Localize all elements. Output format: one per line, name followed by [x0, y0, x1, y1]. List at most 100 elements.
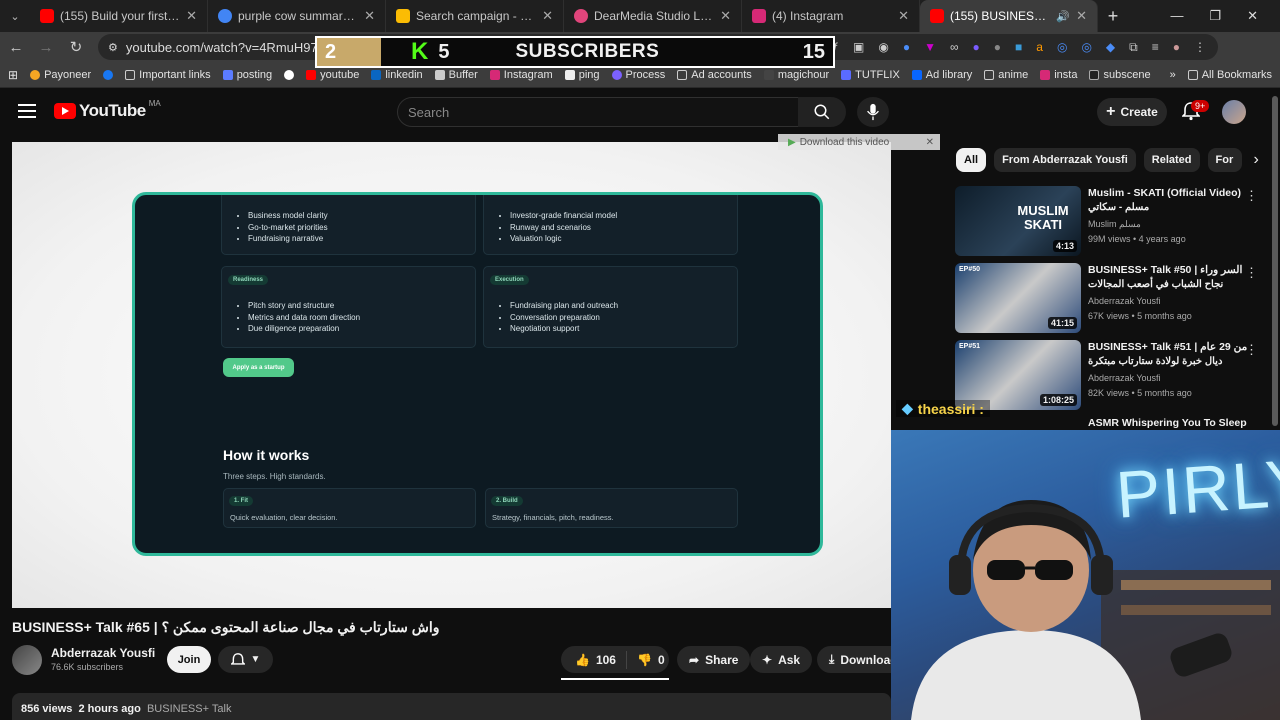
- back-icon[interactable]: ←: [8, 39, 24, 56]
- bookmark-item[interactable]: insta: [1040, 69, 1077, 81]
- subscribe-bell-button[interactable]: ▼: [218, 646, 273, 673]
- voice-search-button[interactable]: [857, 97, 889, 127]
- account-avatar[interactable]: [1222, 100, 1246, 124]
- close-icon[interactable]: ✕: [186, 8, 197, 24]
- page-scrollbar[interactable]: [1272, 96, 1278, 426]
- more-options-icon[interactable]: ⋮: [1245, 265, 1258, 281]
- bookmark-item[interactable]: magichour: [763, 69, 829, 81]
- recommended-video[interactable]: EP#50 41:15 BUSINESS+ Talk #50 | السر ور…: [955, 263, 1265, 335]
- bookmark-folder[interactable]: Ad accounts: [677, 69, 752, 81]
- close-icon[interactable]: ✕: [364, 8, 375, 24]
- reading-list-icon[interactable]: ≡: [1152, 40, 1159, 55]
- join-button[interactable]: Join: [167, 646, 211, 673]
- bookmark-item[interactable]: youtube: [306, 69, 359, 81]
- bookmark-item[interactable]: Ad library: [911, 69, 972, 81]
- share-button[interactable]: ➦ Share: [677, 646, 751, 673]
- browser-tab[interactable]: DearMedia Studio Launch - Lov✕: [564, 0, 742, 32]
- browser-tab[interactable]: Search campaign - 441-976-65✕: [386, 0, 564, 32]
- browser-tab[interactable]: purple cow summary - Google✕: [208, 0, 386, 32]
- extension-icon[interactable]: ∞: [950, 40, 959, 55]
- tab-search-icon[interactable]: ⌄: [0, 10, 30, 23]
- maximize-icon[interactable]: ❐: [1209, 8, 1221, 24]
- close-icon[interactable]: ✕: [720, 8, 731, 24]
- search-button[interactable]: [798, 97, 846, 127]
- speaker-icon[interactable]: 🔊: [1056, 10, 1070, 23]
- chip-for-you[interactable]: For: [1207, 148, 1242, 172]
- bookmark-item[interactable]: subscene: [1089, 69, 1151, 81]
- close-icon[interactable]: ✕: [1076, 8, 1087, 24]
- more-bookmarks-icon[interactable]: »: [1170, 69, 1176, 81]
- bookmark-item[interactable]: ping: [564, 69, 600, 81]
- extension-icon[interactable]: ◎: [1081, 40, 1091, 55]
- youtube-logo[interactable]: YouTube MA: [54, 99, 161, 121]
- like-button[interactable]: 👍 106: [561, 650, 627, 669]
- chip-related[interactable]: Related: [1143, 148, 1200, 172]
- apps-grid-icon[interactable]: ⊞: [8, 68, 18, 82]
- new-tab-button[interactable]: +: [1098, 6, 1128, 27]
- bookmark-item[interactable]: posting: [222, 69, 272, 81]
- extension-icon[interactable]: a: [1036, 40, 1043, 55]
- video-player[interactable]: Business model clarity Go-to-market prio…: [12, 142, 891, 608]
- close-icon[interactable]: ✕: [898, 8, 909, 24]
- close-icon[interactable]: ✕: [542, 8, 553, 24]
- ask-button[interactable]: ✦ Ask: [750, 646, 813, 673]
- bookmark-item[interactable]: Instagram: [489, 69, 553, 81]
- profile-icon[interactable]: ●: [1173, 40, 1180, 55]
- bookmark-item[interactable]: Buffer: [434, 69, 478, 81]
- extension-icon[interactable]: ▼: [924, 40, 936, 55]
- extension-icon[interactable]: ◉: [878, 40, 888, 55]
- more-options-icon[interactable]: ⋮: [1245, 188, 1258, 204]
- recommended-video[interactable]: EP#51 1:08:25 BUSINESS+ Talk #51 | من 29…: [955, 340, 1265, 412]
- google-ads-favicon-icon: [396, 9, 410, 23]
- window-close-icon[interactable]: ✕: [1247, 8, 1258, 24]
- bookmark-item[interactable]: Payoneer: [30, 69, 91, 81]
- recommended-video[interactable]: ASMR Whispering You To Sleep: [955, 416, 1265, 430]
- bookmark-item[interactable]: Process: [611, 69, 665, 81]
- menu-dots-icon[interactable]: ⋮: [1194, 40, 1206, 55]
- description-box[interactable]: 856 views 2 hours ago BUSINESS+ Talk: [12, 693, 891, 720]
- reload-icon[interactable]: ↻: [68, 38, 84, 56]
- all-bookmarks-folder[interactable]: All Bookmarks: [1187, 69, 1272, 81]
- extension-icon[interactable]: ■: [1015, 40, 1022, 55]
- bookmark-folder[interactable]: anime: [984, 69, 1028, 81]
- puzzle-icon[interactable]: ⧉: [1129, 40, 1138, 55]
- browser-tab[interactable]: (155) Build your first creative A✕: [30, 0, 208, 32]
- slide-card: Investor-grade financial model Runway an…: [483, 195, 738, 255]
- chevron-right-icon[interactable]: ›: [1254, 151, 1259, 169]
- bookmark-item[interactable]: [103, 69, 114, 80]
- chip-from-channel[interactable]: From Abderrazak Yousfi: [994, 148, 1136, 172]
- thumbs-up-icon: 👍: [575, 652, 590, 667]
- download-button[interactable]: ⤓ Download: [817, 646, 898, 673]
- extension-icon[interactable]: ▣: [853, 40, 864, 55]
- dislike-button[interactable]: 👎 0: [627, 653, 665, 667]
- channel-avatar[interactable]: [12, 645, 42, 675]
- linkedin-icon: [371, 69, 382, 80]
- apply-startup-button: Apply as a startup: [223, 358, 294, 377]
- video-thumbnail[interactable]: MUSLIM SKATI 4:13: [955, 186, 1081, 256]
- video-thumbnail[interactable]: EP#50 41:15: [955, 263, 1081, 333]
- menu-hamburger-icon[interactable]: [18, 104, 36, 118]
- download-video-overlay[interactable]: ▶ Download this video ✕: [778, 134, 940, 150]
- site-info-icon[interactable]: ⚙: [108, 41, 118, 54]
- extension-icon[interactable]: ◆: [1106, 40, 1115, 55]
- search-input[interactable]: Search: [397, 97, 799, 127]
- close-icon[interactable]: ✕: [926, 137, 934, 148]
- bookmark-item[interactable]: [284, 69, 295, 80]
- extension-icon[interactable]: ●: [903, 40, 910, 55]
- bookmark-item[interactable]: TUTFLIX: [841, 69, 900, 81]
- bookmark-item[interactable]: linkedin: [371, 69, 423, 81]
- minimize-icon[interactable]: —: [1170, 8, 1183, 24]
- folder-icon: [1187, 69, 1198, 80]
- extension-icon[interactable]: ●: [994, 40, 1001, 55]
- forward-icon[interactable]: →: [38, 39, 54, 56]
- browser-tab[interactable]: (4) Instagram ✕: [742, 0, 920, 32]
- channel-name[interactable]: Abderrazak Yousfi: [51, 646, 155, 660]
- bookmark-folder[interactable]: Important links: [125, 69, 211, 81]
- extension-icon[interactable]: ●: [973, 40, 980, 55]
- extension-icon[interactable]: ◎: [1057, 40, 1067, 55]
- recommended-video[interactable]: MUSLIM SKATI 4:13 Muslim - SKATI (Offici…: [955, 186, 1265, 258]
- chip-all[interactable]: All: [956, 148, 987, 172]
- browser-tab-active[interactable]: (155) BUSINESS+ Talk #65 |🔊✕: [920, 0, 1098, 32]
- create-button[interactable]: + Create: [1097, 98, 1167, 126]
- more-options-icon[interactable]: ⋮: [1245, 342, 1258, 358]
